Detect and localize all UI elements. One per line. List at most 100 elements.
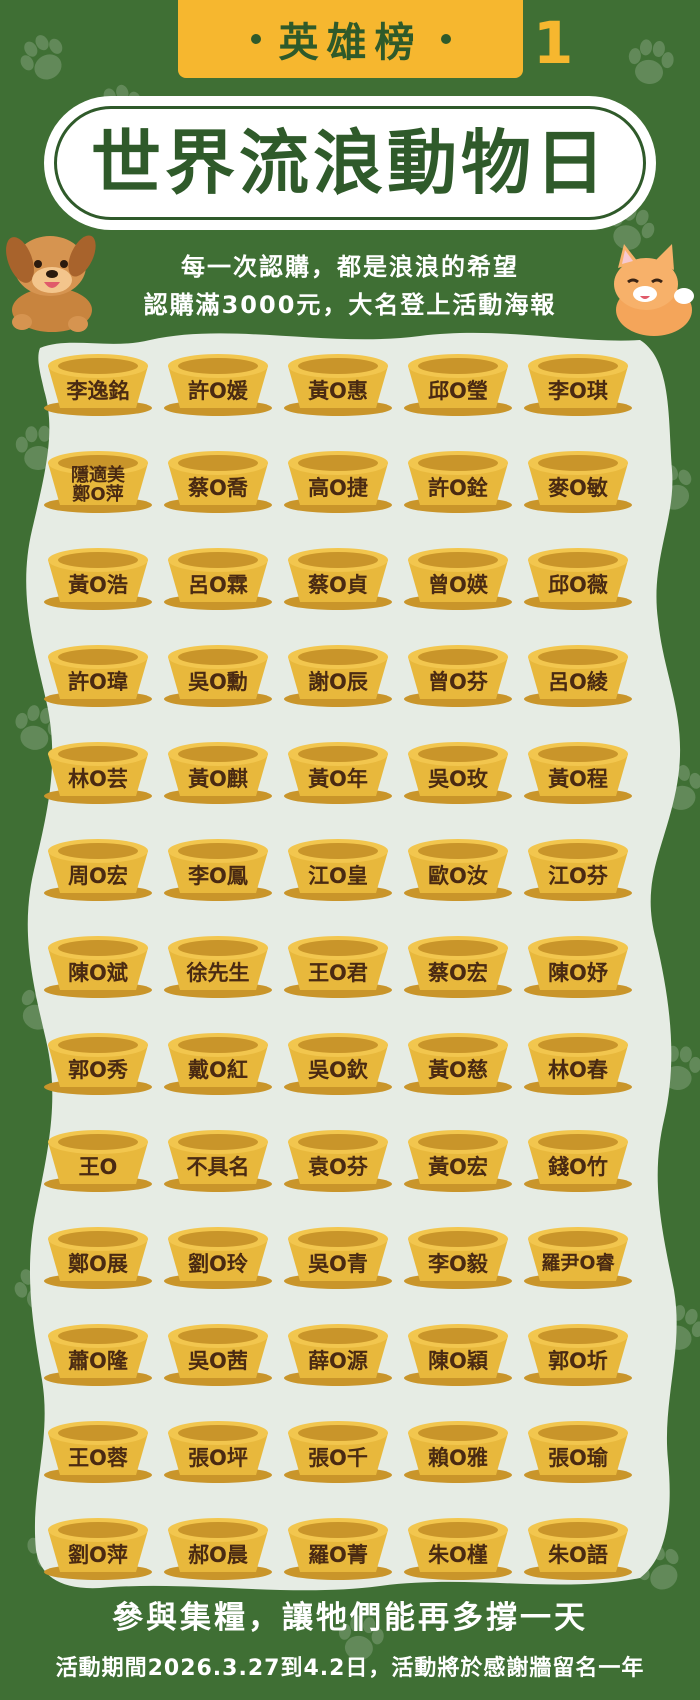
donor-bowl: 陳O斌 xyxy=(42,928,154,998)
donor-name-line: 鄭O萍 xyxy=(72,484,124,505)
donor-bowl: 朱O語 xyxy=(522,1510,634,1580)
donor-bowl: 劉O玲 xyxy=(162,1219,274,1289)
donor-name: 朱O語 xyxy=(548,1542,608,1567)
donor-name: 蔡O貞 xyxy=(308,572,368,597)
donor-bowl: 羅O菁 xyxy=(282,1510,394,1580)
donor-bowl: 郝O晨 xyxy=(162,1510,274,1580)
donor-bowl: 許O媛 xyxy=(162,346,274,416)
donor-bowl: 黃O慈 xyxy=(402,1025,514,1095)
title-plaque: 世界流浪動物日 xyxy=(44,96,656,230)
donor-name: 呂O綾 xyxy=(548,669,608,694)
donor-bowl: 張O千 xyxy=(282,1413,394,1483)
banner-dot-left xyxy=(250,34,261,44)
donor-bowl: 王O君 xyxy=(282,928,394,998)
donor-name: 黃O惠 xyxy=(308,378,368,403)
donor-name: 許O媛 xyxy=(188,378,248,403)
donor-name: 黃O麒 xyxy=(188,766,248,791)
donor-bowl: 謝O辰 xyxy=(282,637,394,707)
donor-name: 吳O欽 xyxy=(308,1057,368,1082)
donor-bowl: 朱O槿 xyxy=(402,1510,514,1580)
donor-name: 歐O汝 xyxy=(428,863,488,888)
donor-name: 王O君 xyxy=(308,960,368,985)
donor-name: 李逸銘 xyxy=(66,378,130,403)
donor-name: 羅O菁 xyxy=(308,1542,368,1567)
donor-name: 吳O青 xyxy=(308,1251,368,1276)
donor-bowl: 黃O惠 xyxy=(282,346,394,416)
donor-bowl: 吳O欽 xyxy=(282,1025,394,1095)
poster: 英雄榜 1 世界流浪動物日 每一次認購，都是浪浪的希望 認購滿3000元，大名登… xyxy=(0,0,700,1700)
donor-name: 黃O程 xyxy=(548,766,608,791)
donor-name: 吳O玫 xyxy=(428,766,488,791)
donor-name: 陳O斌 xyxy=(68,960,128,985)
donor-name: 薛O源 xyxy=(308,1348,368,1373)
donor-bowl: 江O皇 xyxy=(282,831,394,901)
donor-bowl: 許O瑋 xyxy=(42,637,154,707)
donor-name: 林O春 xyxy=(548,1057,608,1082)
donor-bowl: 張O坪 xyxy=(162,1413,274,1483)
donor-name: 隱適美 鄭O萍 xyxy=(50,463,146,509)
donor-bowl: 曾O芬 xyxy=(402,637,514,707)
donor-name: 吳O茜 xyxy=(188,1348,248,1373)
donor-bowl: 不具名 xyxy=(162,1122,274,1192)
donor-bowl: 許O銓 xyxy=(402,443,514,513)
donor-name: 高O捷 xyxy=(308,475,368,500)
donor-name: 劉O萍 xyxy=(68,1542,128,1567)
donor-bowl: 張O瑜 xyxy=(522,1413,634,1483)
donor-name: 徐先生 xyxy=(186,960,250,985)
donor-bowl: 曾O媖 xyxy=(402,540,514,610)
donor-name: 李O毅 xyxy=(428,1251,488,1276)
donor-bowl: 蕭O隆 xyxy=(42,1316,154,1386)
donor-name: 呂O霖 xyxy=(188,572,248,597)
donor-grid: 李逸銘 許O媛 黃O惠 邱O瑩 李O琪 隱適美 鄭O萍 蔡O喬 高O捷 許O銓 麥O敏 黃O浩 呂O霖蔡… xyxy=(42,346,672,1608)
donor-name: 謝O辰 xyxy=(308,669,368,694)
donor-name: 邱O薇 xyxy=(548,572,608,597)
donor-bowl: 錢O竹 xyxy=(522,1122,634,1192)
donor-bowl: 吳O玫 xyxy=(402,734,514,804)
donor-bowl: 高O捷 xyxy=(282,443,394,513)
donor-bowl: 黃O浩 xyxy=(42,540,154,610)
donor-bowl: 王O蓉 xyxy=(42,1413,154,1483)
donor-name: 張O坪 xyxy=(188,1445,248,1470)
donor-name: 邱O瑩 xyxy=(428,378,488,403)
donor-bowl: 陳O妤 xyxy=(522,928,634,998)
donor-name: 黃O年 xyxy=(308,766,368,791)
donor-bowl: 羅尹O睿 xyxy=(522,1219,634,1289)
donor-bowl: 李逸銘 xyxy=(42,346,154,416)
donor-name: 黃O慈 xyxy=(428,1057,488,1082)
donor-bowl: 吳O茜 xyxy=(162,1316,274,1386)
donor-name: 郝O晨 xyxy=(188,1542,248,1567)
donor-bowl: 隱適美 鄭O萍 xyxy=(42,443,154,513)
subtitle-line-2: 認購滿3000元，大名登上活動海報 xyxy=(143,291,557,319)
donor-name: 賴O雅 xyxy=(428,1445,488,1470)
donor-bowl: 吳O青 xyxy=(282,1219,394,1289)
donor-name: 袁O芬 xyxy=(308,1154,368,1179)
donor-bowl: 林O芸 xyxy=(42,734,154,804)
donor-bowl: 蔡O宏 xyxy=(402,928,514,998)
donor-name: 許O瑋 xyxy=(68,669,128,694)
donor-name: 林O芸 xyxy=(68,766,128,791)
donor-bowl: 吳O勳 xyxy=(162,637,274,707)
donor-name: 麥O敏 xyxy=(548,475,608,500)
donor-bowl: 邱O薇 xyxy=(522,540,634,610)
donor-bowl: 歐O汝 xyxy=(402,831,514,901)
donor-name: 羅尹O睿 xyxy=(541,1252,615,1275)
donor-name: 劉O玲 xyxy=(188,1251,248,1276)
page-number: 1 xyxy=(533,9,574,77)
donor-bowl: 蔡O喬 xyxy=(162,443,274,513)
donor-name: 吳O勳 xyxy=(188,669,248,694)
donor-bowl: 邱O瑩 xyxy=(402,346,514,416)
donor-name: 黃O宏 xyxy=(428,1154,488,1179)
donor-bowl: 李O琪 xyxy=(522,346,634,416)
donor-name: 陳O穎 xyxy=(428,1348,488,1373)
donor-name: 黃O浩 xyxy=(68,572,128,597)
donor-bowl: 周O宏 xyxy=(42,831,154,901)
donor-name: 郭O秀 xyxy=(68,1057,128,1082)
donor-name: 周O宏 xyxy=(68,863,128,888)
footer-slogan: 參與集糧，讓牠們能再多撐一天 xyxy=(112,1600,588,1636)
banner-dot-right xyxy=(440,34,451,44)
donor-name: 不具名 xyxy=(186,1154,250,1179)
donor-name: 蔡O宏 xyxy=(428,960,488,985)
donor-bowl: 李O毅 xyxy=(402,1219,514,1289)
donor-name: 王O蓉 xyxy=(68,1445,128,1470)
donor-bowl: 郭O秀 xyxy=(42,1025,154,1095)
